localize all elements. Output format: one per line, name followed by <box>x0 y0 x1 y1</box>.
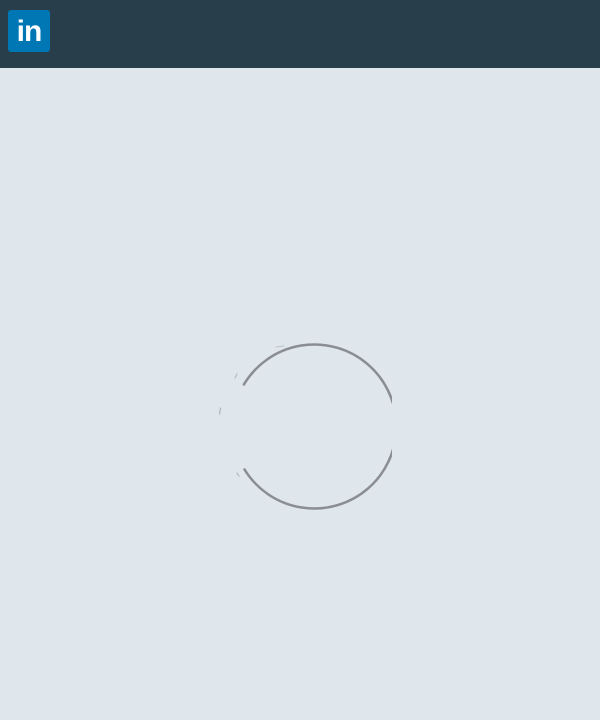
linkedin-logo-icon[interactable]: in <box>8 10 50 52</box>
loading-spinner-icon <box>218 343 392 510</box>
main-content-area <box>0 68 600 720</box>
top-navigation-bar: in <box>0 0 600 68</box>
